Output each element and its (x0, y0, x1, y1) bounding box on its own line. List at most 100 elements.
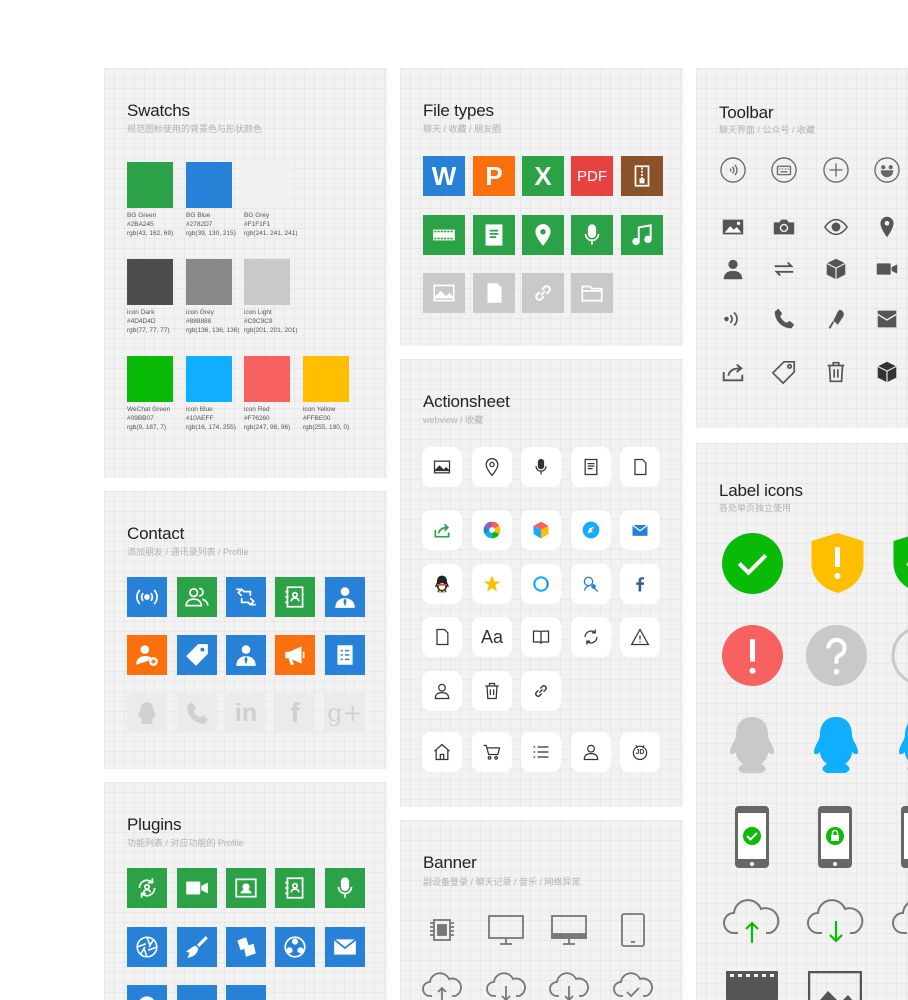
list-action-icon[interactable] (521, 732, 561, 772)
music-file-icon[interactable] (621, 215, 663, 255)
plugin-row3-icon-2[interactable] (177, 985, 217, 1000)
favorite-star-action-icon[interactable] (472, 564, 512, 604)
cart-action-icon[interactable] (472, 732, 512, 772)
contact-action-icon[interactable] (422, 671, 462, 711)
transfer-contacts-icon[interactable] (226, 577, 266, 617)
location-file-icon[interactable] (522, 215, 564, 255)
transfer-icon[interactable] (768, 253, 800, 285)
phone-icon[interactable] (768, 303, 800, 335)
facebook-action-icon[interactable] (620, 564, 660, 604)
linkedin-icon[interactable]: in (226, 693, 266, 733)
group-chat-plugin-icon[interactable] (275, 927, 315, 967)
refresh-action-icon[interactable] (571, 617, 611, 657)
word-letter: W (431, 160, 457, 191)
desktop-icon (484, 910, 528, 950)
image-icon[interactable] (717, 211, 749, 243)
group-contacts-icon[interactable] (177, 577, 217, 617)
camera-icon[interactable] (768, 211, 800, 243)
contacts-book-plugin-icon[interactable] (275, 868, 315, 908)
profile-action-icon[interactable] (571, 732, 611, 772)
card-exchange-plugin-icon[interactable] (226, 927, 266, 967)
document-file-icon[interactable] (473, 215, 515, 255)
business-contact-icon[interactable] (325, 577, 365, 617)
speaker-icon[interactable] (717, 303, 749, 335)
google-plus-icon[interactable]: g+ (325, 693, 365, 733)
voice-input-plugin-icon[interactable] (325, 868, 365, 908)
cube-action-icon[interactable] (521, 510, 561, 550)
link-file-icon[interactable] (522, 273, 564, 313)
blank-doc-action-icon[interactable] (422, 617, 462, 657)
document-contact-icon[interactable] (325, 635, 365, 675)
keyboard-icon[interactable] (768, 154, 800, 186)
voice-icon[interactable] (717, 154, 749, 186)
swatch-hex: #FFBE00 (303, 415, 331, 422)
megaphone-icon[interactable] (275, 635, 315, 675)
safari-action-icon[interactable] (571, 510, 611, 550)
audio-file-icon[interactable] (571, 215, 613, 255)
plus-icon[interactable] (820, 154, 852, 186)
person-icon[interactable] (717, 253, 749, 285)
search-people-action-icon[interactable] (571, 564, 611, 604)
mail-action-icon[interactable] (620, 510, 660, 550)
excel-file-icon[interactable]: X (522, 156, 564, 196)
plugin-row3-icon-3[interactable] (226, 985, 266, 1000)
cube-icon[interactable] (820, 253, 852, 285)
qq-action-icon[interactable] (422, 564, 462, 604)
aperture-plugin-icon[interactable] (127, 927, 167, 967)
powerpoint-file-icon[interactable]: P (473, 156, 515, 196)
share-icon[interactable] (717, 356, 749, 388)
phone-contact-icon[interactable] (177, 693, 217, 733)
address-book-icon[interactable] (275, 577, 315, 617)
emoji-icon[interactable] (871, 154, 903, 186)
cube-dark-icon[interactable] (871, 356, 903, 388)
share-action-icon[interactable] (422, 510, 462, 550)
video-file-icon[interactable] (423, 215, 465, 255)
video-icon[interactable] (871, 253, 903, 285)
swatch-bg-green (127, 162, 173, 208)
mic-icon[interactable] (820, 303, 852, 335)
broom-plugin-icon[interactable] (177, 927, 217, 967)
location-icon[interactable] (871, 211, 903, 243)
facebook-icon[interactable]: f (275, 693, 315, 733)
home-action-icon[interactable] (422, 732, 462, 772)
qq-icon[interactable] (127, 693, 167, 733)
contact-card-plugin-icon[interactable] (226, 868, 266, 908)
blank-file-icon[interactable] (473, 273, 515, 313)
location-action-icon[interactable] (472, 447, 512, 487)
jd-action-icon[interactable]: JD (620, 732, 660, 772)
official-account-icon[interactable] (226, 635, 266, 675)
warning-action-icon[interactable] (620, 617, 660, 657)
image-file-icon[interactable] (423, 273, 465, 313)
zip-file-icon[interactable] (621, 156, 663, 196)
mic-action-icon[interactable] (521, 447, 561, 487)
note-action-icon[interactable] (571, 447, 611, 487)
book-action-icon[interactable] (521, 617, 561, 657)
font-size-action-icon[interactable]: Aa (472, 617, 512, 657)
video-film-icon (726, 971, 778, 1000)
swatch-rgb: rgb(39, 130, 215) (186, 230, 236, 237)
sync-contacts-icon[interactable] (127, 868, 167, 908)
open-circle-action-icon[interactable] (521, 564, 561, 604)
video-call-plugin-icon[interactable] (177, 868, 217, 908)
trash-icon[interactable] (820, 356, 852, 388)
swatch-label: icon Light #C9C9C9 rgb(201, 201, 201) (244, 308, 304, 335)
copy-link-action-icon[interactable] (521, 671, 561, 711)
folder-file-icon[interactable] (571, 273, 613, 313)
radar-icon[interactable] (127, 577, 167, 617)
delete-action-icon[interactable] (472, 671, 512, 711)
moments-action-icon[interactable] (472, 510, 512, 550)
image-action-icon[interactable] (422, 447, 462, 487)
word-file-icon[interactable]: W (423, 156, 465, 196)
mail-plugin-icon[interactable] (325, 927, 365, 967)
file-types-card: File types 聊天 / 收藏 / 朋友圈 W P X PDF (400, 68, 683, 346)
tag-contact-icon[interactable] (177, 635, 217, 675)
eye-icon[interactable] (820, 211, 852, 243)
swatch-wechat-green (127, 356, 173, 402)
pdf-file-icon[interactable]: PDF (571, 156, 613, 196)
tag-icon[interactable] (768, 356, 800, 388)
plugin-row3-icon-1[interactable] (127, 985, 167, 1000)
envelope-icon[interactable] (871, 303, 903, 335)
add-friend-icon[interactable] (127, 635, 167, 675)
file-action-icon[interactable] (620, 447, 660, 487)
success-check-icon (722, 533, 783, 594)
